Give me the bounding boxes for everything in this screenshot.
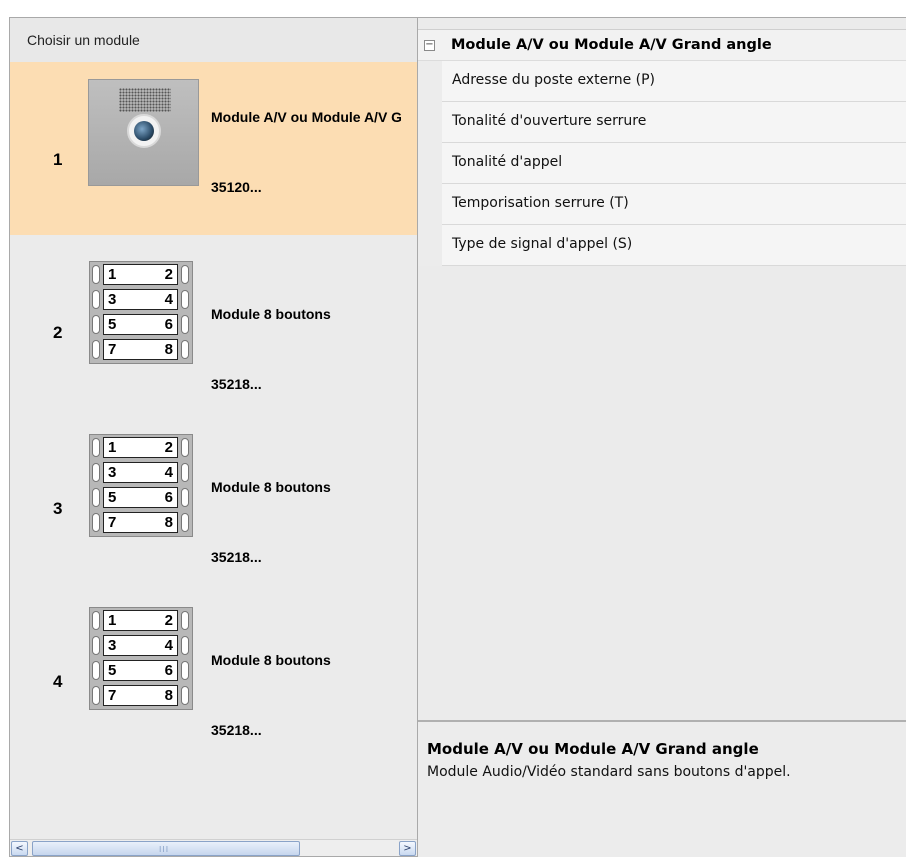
module-item-4[interactable]: 4 12 34 56 78 Module 8 boutons 35218... bbox=[10, 581, 417, 754]
horizontal-scrollbar[interactable]: < III > bbox=[10, 839, 417, 856]
property-row-tonalite-appel[interactable]: Tonalité d'appel bbox=[442, 143, 906, 184]
property-row-adresse[interactable]: Adresse du poste externe (P) bbox=[442, 61, 906, 102]
speaker-grille bbox=[119, 88, 171, 112]
module-code: 35218... bbox=[211, 376, 262, 392]
property-category-label: Module A/V ou Module A/V Grand angle bbox=[451, 37, 772, 53]
property-label: Temporisation serrure (T) bbox=[452, 195, 629, 211]
module-number: 4 bbox=[53, 672, 63, 691]
description-text: Module Audio/Vidéo standard sans boutons… bbox=[427, 764, 791, 780]
property-label: Tonalité d'ouverture serrure bbox=[452, 113, 647, 129]
module-name: Module A/V ou Module A/V Grand angle bbox=[211, 109, 401, 125]
module-name: Module 8 boutons bbox=[211, 652, 331, 668]
property-label: Type de signal d'appel (S) bbox=[452, 236, 633, 252]
scroll-left-arrow-icon[interactable]: < bbox=[11, 841, 28, 856]
property-row-temporisation[interactable]: Temporisation serrure (T) bbox=[442, 184, 906, 225]
module-number: 2 bbox=[53, 323, 63, 342]
thumb-grip-icon: III bbox=[159, 845, 170, 854]
property-row-type-signal[interactable]: Type de signal d'appel (S) bbox=[442, 225, 906, 266]
collapse-minus-icon[interactable]: − bbox=[424, 40, 435, 51]
module-item-3[interactable]: 3 12 34 56 78 Module 8 boutons 35218... bbox=[10, 408, 417, 581]
module-item-2[interactable]: 2 12 34 56 78 Module 8 boutons 35218... bbox=[10, 235, 417, 408]
module-name: Module 8 boutons bbox=[211, 479, 331, 495]
button-module-image: 12 34 56 78 bbox=[89, 607, 193, 710]
property-label: Adresse du poste externe (P) bbox=[452, 72, 656, 88]
module-number: 3 bbox=[53, 499, 63, 518]
property-row-tonalite-ouverture[interactable]: Tonalité d'ouverture serrure bbox=[442, 102, 906, 143]
module-number: 1 bbox=[53, 150, 63, 169]
button-module-image: 12 34 56 78 bbox=[89, 434, 193, 537]
module-item-1[interactable]: 1 Module A/V ou Module A/V Grand angle 3… bbox=[10, 62, 417, 235]
property-grid: − Module A/V ou Module A/V Grand angle A… bbox=[418, 29, 906, 720]
module-code: 35218... bbox=[211, 722, 262, 738]
module-chooser-panel: Choisir un module 1 Module A/V ou Module… bbox=[9, 17, 418, 857]
description-panel: Module A/V ou Module A/V Grand angle Mod… bbox=[418, 720, 906, 857]
property-category-header[interactable]: − Module A/V ou Module A/V Grand angle bbox=[418, 30, 906, 61]
module-chooser-header: Choisir un module bbox=[10, 18, 417, 62]
description-title: Module A/V ou Module A/V Grand angle bbox=[427, 740, 759, 758]
property-grid-gutter bbox=[418, 61, 442, 266]
scrollbar-thumb[interactable]: III bbox=[32, 841, 300, 856]
module-code: 35218... bbox=[211, 549, 262, 565]
camera-lens-icon bbox=[127, 114, 161, 148]
properties-panel: − Module A/V ou Module A/V Grand angle A… bbox=[418, 17, 906, 857]
property-label: Tonalité d'appel bbox=[452, 154, 563, 170]
button-module-image: 12 34 56 78 bbox=[89, 261, 193, 364]
scroll-right-arrow-icon[interactable]: > bbox=[399, 841, 416, 856]
module-code: 35120... bbox=[211, 179, 262, 195]
module-name: Module 8 boutons bbox=[211, 306, 331, 322]
camera-module-image bbox=[88, 79, 199, 186]
